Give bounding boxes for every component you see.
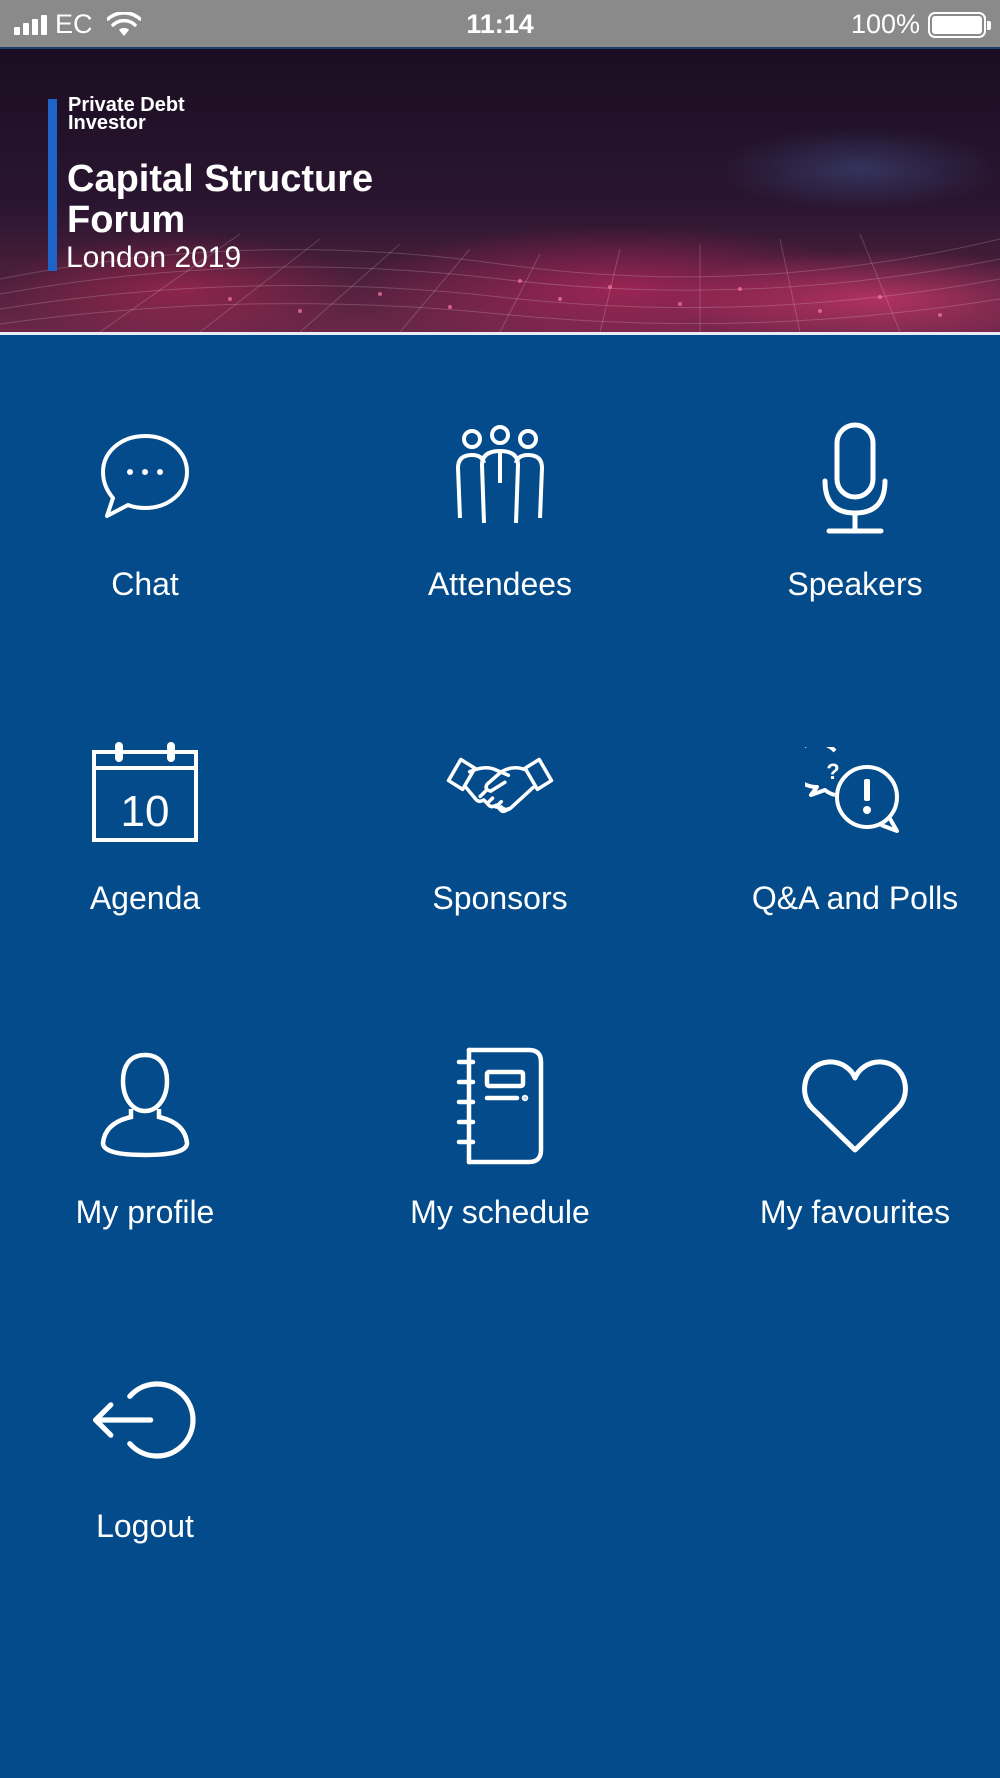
heart-icon [800, 1046, 910, 1166]
menu-item-speakers[interactable]: Speakers [710, 418, 1000, 678]
calendar-icon: 10 [90, 732, 200, 852]
notebook-icon [445, 1046, 555, 1166]
question-exclamation-bubbles-icon: ? [800, 732, 910, 852]
menu-label-chat: Chat [111, 566, 179, 602]
menu-item-qa-polls[interactable]: ? Q&A and Polls [710, 732, 1000, 992]
menu-item-sponsors[interactable]: Sponsors [355, 732, 645, 992]
event-subtitle: London 2019 [66, 241, 242, 274]
banner-divider [0, 332, 1000, 335]
menu-label-logout: Logout [96, 1508, 194, 1544]
logout-arrow-icon [90, 1360, 200, 1480]
chat-bubble-icon [90, 418, 200, 538]
menu-item-my-profile[interactable]: My profile [0, 1046, 290, 1306]
banner-accent-bar [48, 99, 57, 271]
microphone-icon [800, 418, 910, 538]
menu-label-sponsors: Sponsors [432, 880, 568, 916]
event-title: Capital Structure Forum [67, 158, 374, 241]
menu-item-my-schedule[interactable]: My schedule [355, 1046, 645, 1306]
status-right: 100% [850, 0, 991, 49]
user-icon [90, 1046, 200, 1166]
menu-label-my-favourites: My favourites [759, 1194, 951, 1230]
menu-item-logout[interactable]: Logout [0, 1360, 290, 1620]
handshake-icon [445, 732, 555, 852]
menu-label-speakers: Speakers [787, 566, 923, 602]
status-bar: EC 11:14 100% [0, 0, 1000, 49]
menu-label-my-schedule: My schedule [410, 1194, 590, 1230]
menu-label-qa-polls: Q&A and Polls [751, 880, 959, 916]
people-group-icon [445, 418, 555, 538]
calendar-day: 10 [121, 787, 170, 836]
menu-label-attendees: Attendees [427, 566, 573, 602]
event-banner: Private Debt Investor Capital Structure … [0, 49, 1000, 332]
menu-item-attendees[interactable]: Attendees [355, 418, 645, 678]
menu-item-agenda[interactable]: 10 Agenda [0, 732, 290, 992]
menu-item-my-favourites[interactable]: My favourites [710, 1046, 1000, 1306]
menu-label-agenda: Agenda [89, 880, 201, 916]
menu-item-chat[interactable]: Chat [0, 418, 290, 678]
menu-label-my-profile: My profile [75, 1194, 215, 1230]
battery-percentage: 100% [850, 9, 920, 39]
svg-text:?: ? [826, 759, 839, 784]
brand-logo-text: Private Debt Investor [68, 94, 185, 134]
battery-icon [928, 11, 991, 38]
